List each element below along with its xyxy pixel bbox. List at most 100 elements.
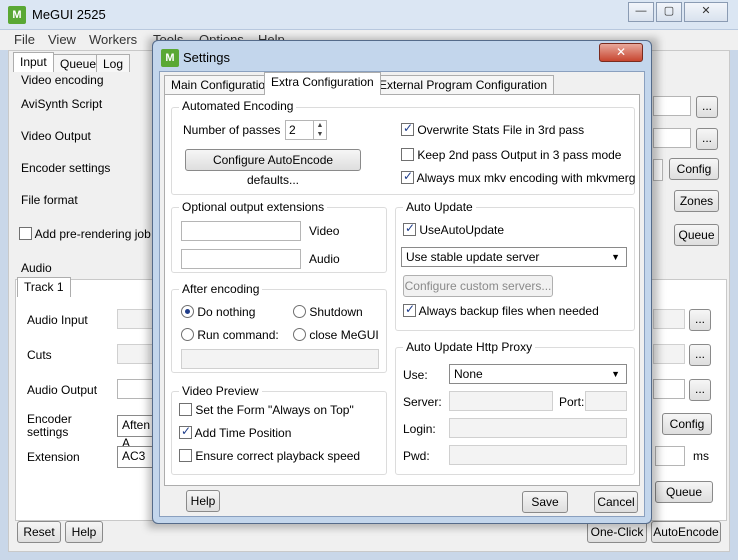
use-auto-update-check-icon [403, 221, 416, 236]
add-prerender-label: Add pre-rendering job [34, 227, 151, 241]
add-time-position-checkbox[interactable]: Add Time Position [179, 424, 291, 440]
maximize-icon[interactable]: ▢ [656, 2, 682, 22]
configure-autoencode-button[interactable]: Configure AutoEncode defaults... [185, 149, 361, 187]
do-nothing-label: Do nothing [197, 305, 256, 319]
do-nothing-radio-icon [181, 305, 194, 318]
proxy-login-label: Login: [403, 422, 436, 436]
settings-help-button[interactable]: Help [186, 490, 220, 512]
video-output-label: Video Output [21, 129, 91, 143]
add-prerender-checkbox[interactable]: Add pre-rendering job [19, 227, 151, 241]
proxy-pwd-input[interactable] [449, 445, 627, 465]
use-auto-update-checkbox[interactable]: UseAutoUpdate [403, 221, 504, 237]
proxy-server-input[interactable] [449, 391, 553, 411]
keep-2nd-pass-checkbox[interactable]: Keep 2nd pass Output in 3 pass mode [401, 148, 621, 162]
ensure-playback-speed-checkbox[interactable]: Ensure correct playback speed [179, 449, 360, 463]
overwrite-stats-checkbox[interactable]: Overwrite Stats File in 3rd pass [401, 121, 584, 137]
cuts-browse-button[interactable]: ... [689, 344, 711, 366]
always-on-top-label: Set the Form "Always on Top" [195, 403, 354, 417]
main-help-button[interactable]: Help [65, 521, 103, 543]
settings-app-icon: M [161, 49, 179, 67]
video-extension-input[interactable] [181, 221, 301, 241]
menu-file[interactable]: File [14, 32, 35, 47]
run-command-input[interactable] [181, 349, 379, 369]
optional-extensions-title: Optional output extensions [179, 200, 328, 214]
do-nothing-radio[interactable]: Do nothing [181, 305, 255, 319]
proxy-port-input[interactable] [585, 391, 627, 411]
settings-cancel-button[interactable]: Cancel [594, 491, 638, 513]
zones-button[interactable]: Zones [674, 190, 719, 212]
audio-output-browse-button[interactable]: ... [689, 379, 711, 401]
tab-track-1[interactable]: Track 1 [17, 277, 71, 297]
add-prerender-check-icon [19, 227, 32, 240]
settings-dialog: M Settings ✕ Main Configuration Extra Co… [152, 40, 652, 524]
video-output-browse-button[interactable]: ... [696, 128, 718, 150]
audio-extension-input[interactable] [181, 249, 301, 269]
audio-output-label: Audio Output [27, 383, 98, 397]
keep-2nd-pass-label: Keep 2nd pass Output in 3 pass mode [417, 148, 622, 162]
proxy-use-select[interactable]: None ▼ [449, 364, 627, 384]
close-megui-radio-icon [293, 328, 306, 341]
audio-queue-button[interactable]: Queue [655, 481, 713, 503]
configure-custom-servers-button[interactable]: Configure custom servers... [403, 275, 553, 297]
proxy-use-value: None [454, 367, 483, 381]
tab-extra-configuration[interactable]: Extra Configuration [264, 72, 381, 95]
audio-config-button[interactable]: Config [662, 413, 712, 435]
always-mux-checkbox[interactable]: Always mux mkv encoding with mkvmerge [401, 171, 635, 185]
run-command-radio[interactable]: Run command: [181, 328, 279, 342]
proxy-pwd-label: Pwd: [403, 449, 430, 463]
always-on-top-check-icon [179, 403, 192, 416]
video-output-input[interactable] [653, 128, 691, 148]
cuts-label: Cuts [27, 348, 52, 362]
proxy-use-label: Use: [403, 368, 428, 382]
keep-2nd-pass-check-icon [401, 148, 414, 161]
ensure-playback-speed-check-icon [179, 449, 192, 462]
audio-encoder-settings-label: Encoder settings [27, 413, 72, 439]
autoencode-button[interactable]: AutoEncode [651, 521, 721, 543]
video-config-button[interactable]: Config [669, 158, 719, 180]
passes-stepper[interactable]: 2 ▲ ▼ [285, 120, 327, 140]
update-server-select[interactable]: Use stable update server ▼ [401, 247, 627, 267]
settings-close-icon[interactable]: ✕ [599, 43, 643, 62]
extension-label: Extension [27, 450, 80, 464]
automated-encoding-title: Automated Encoding [179, 99, 297, 113]
audio-delay-stepper[interactable] [655, 446, 685, 466]
run-command-label: Run command: [197, 328, 279, 342]
always-mux-check-icon [401, 171, 414, 184]
auto-update-title: Auto Update [403, 200, 476, 214]
menu-workers[interactable]: Workers [89, 32, 137, 47]
avisynth-script-input[interactable] [653, 96, 691, 116]
tab-log[interactable]: Log [96, 54, 131, 72]
passes-value: 2 [289, 123, 296, 137]
shutdown-radio[interactable]: Shutdown [293, 305, 363, 319]
after-encoding-title: After encoding [179, 282, 263, 296]
video-extension-label: Video [309, 224, 340, 238]
extension-select-value: AC3 [122, 449, 146, 463]
proxy-login-input[interactable] [449, 418, 627, 438]
always-on-top-checkbox[interactable]: Set the Form "Always on Top" [179, 403, 354, 417]
tab-main-configuration[interactable]: Main Configuration [164, 75, 279, 94]
audio-extension-label: Audio [309, 252, 340, 266]
passes-spin-icon[interactable]: ▲ ▼ [313, 121, 326, 139]
settings-save-button[interactable]: Save [522, 491, 568, 513]
video-encoding-group-label: Video encoding [21, 73, 104, 87]
menu-view[interactable]: View [48, 32, 76, 47]
tab-external-program-configuration[interactable]: External Program Configuration [372, 75, 555, 94]
avisynth-browse-button[interactable]: ... [696, 96, 718, 118]
tab-input[interactable]: Input [13, 52, 54, 72]
update-server-dropdown-icon: ▼ [611, 252, 620, 262]
proxy-use-dropdown-icon: ▼ [611, 369, 620, 379]
encoder-settings-label: Encoder settings [21, 161, 111, 175]
overwrite-stats-check-icon [401, 121, 414, 136]
reset-button[interactable]: Reset [17, 521, 61, 543]
always-backup-check-icon [403, 302, 416, 317]
video-queue-button[interactable]: Queue [674, 224, 719, 246]
close-megui-radio[interactable]: close MeGUI [293, 328, 379, 342]
ms-unit-label: ms [693, 449, 709, 463]
audio-input-label: Audio Input [27, 313, 88, 327]
always-backup-checkbox[interactable]: Always backup files when needed [403, 302, 599, 318]
always-mux-label: Always mux mkv encoding with mkvmerge [416, 171, 635, 185]
minimize-icon[interactable]: — [628, 2, 654, 22]
audio-input-browse-button[interactable]: ... [689, 309, 711, 331]
main-close-icon[interactable]: ✕ [684, 2, 728, 22]
ensure-playback-speed-label: Ensure correct playback speed [195, 449, 361, 463]
